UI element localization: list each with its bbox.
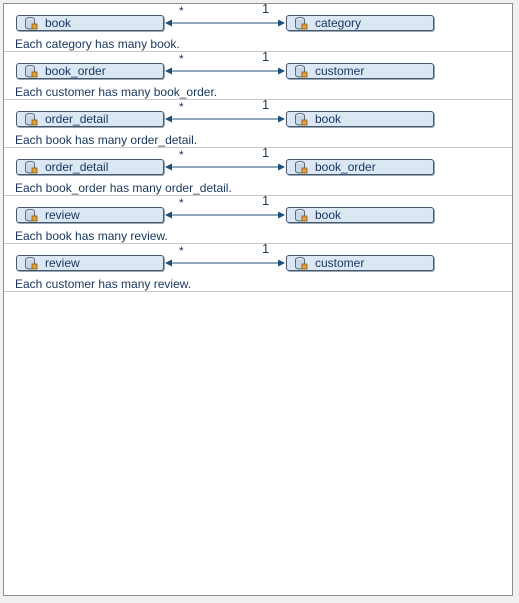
- relationship-connector: [165, 211, 285, 219]
- one-side-table[interactable]: book: [286, 207, 434, 223]
- one-multiplicity: 1: [262, 97, 270, 112]
- database-table-icon: [25, 113, 38, 126]
- one-multiplicity: 1: [262, 193, 270, 208]
- many-side-table[interactable]: order_detail: [16, 159, 164, 175]
- relationship-row[interactable]: order_detail * 1 book_order Each book_or…: [4, 145, 512, 196]
- relationship-description: Each category has many book.: [15, 37, 180, 51]
- one-multiplicity: 1: [262, 145, 270, 160]
- relationship-row[interactable]: book_order * 1 customer Each customer ha…: [4, 49, 512, 100]
- many-side-table[interactable]: book: [16, 15, 164, 31]
- database-table-icon: [25, 17, 38, 30]
- relationship-connector: [165, 259, 285, 267]
- table-name: customer: [315, 64, 365, 78]
- one-side-table[interactable]: book: [286, 111, 434, 127]
- table-name: book_order: [315, 160, 376, 174]
- relationship-description: Each customer has many book_order.: [15, 85, 218, 99]
- relationship-connector: [165, 163, 285, 171]
- one-multiplicity: 1: [262, 49, 270, 64]
- table-name: book_order: [45, 64, 106, 78]
- database-table-icon: [295, 209, 308, 222]
- database-table-icon: [295, 17, 308, 30]
- relationship-row[interactable]: review * 1 customer Each customer has ma…: [4, 241, 512, 292]
- relationship-description: Each book_order has many order_detail.: [15, 181, 232, 195]
- one-side-table[interactable]: customer: [286, 255, 434, 271]
- table-name: book: [315, 112, 342, 126]
- table-name: customer: [315, 256, 365, 270]
- table-name: order_detail: [45, 160, 109, 174]
- database-table-icon: [295, 65, 308, 78]
- database-table-icon: [25, 257, 38, 270]
- relationship-row[interactable]: order_detail * 1 book Each book has many…: [4, 97, 512, 148]
- many-side-table[interactable]: review: [16, 207, 164, 223]
- relationship-row[interactable]: review * 1 book Each book has many revie…: [4, 193, 512, 244]
- relationship-description: Each book has many review.: [15, 229, 168, 243]
- relationship-row[interactable]: book * 1 category Each category has many…: [4, 1, 512, 52]
- database-table-icon: [295, 113, 308, 126]
- relationships-panel: book * 1 category Each category has many…: [3, 1, 513, 596]
- relationship-description: Each book has many order_detail.: [15, 133, 198, 147]
- one-multiplicity: 1: [262, 1, 270, 16]
- database-table-icon: [295, 161, 308, 174]
- table-name: order_detail: [45, 112, 109, 126]
- relationship-description: Each customer has many review.: [15, 277, 192, 291]
- database-table-icon: [25, 65, 38, 78]
- many-side-table[interactable]: review: [16, 255, 164, 271]
- one-side-table[interactable]: customer: [286, 63, 434, 79]
- table-name: review: [45, 208, 80, 222]
- table-name: book: [45, 16, 72, 30]
- many-side-table[interactable]: book_order: [16, 63, 164, 79]
- table-name: review: [45, 256, 80, 270]
- one-multiplicity: 1: [262, 241, 270, 256]
- relationship-connector: [165, 67, 285, 75]
- database-table-icon: [25, 161, 38, 174]
- relationship-connector: [165, 115, 285, 123]
- relationship-connector: [165, 19, 285, 27]
- database-table-icon: [25, 209, 38, 222]
- many-side-table[interactable]: order_detail: [16, 111, 164, 127]
- table-name: book: [315, 208, 342, 222]
- one-side-table[interactable]: book_order: [286, 159, 434, 175]
- one-side-table[interactable]: category: [286, 15, 434, 31]
- database-table-icon: [295, 257, 308, 270]
- table-name: category: [315, 16, 362, 30]
